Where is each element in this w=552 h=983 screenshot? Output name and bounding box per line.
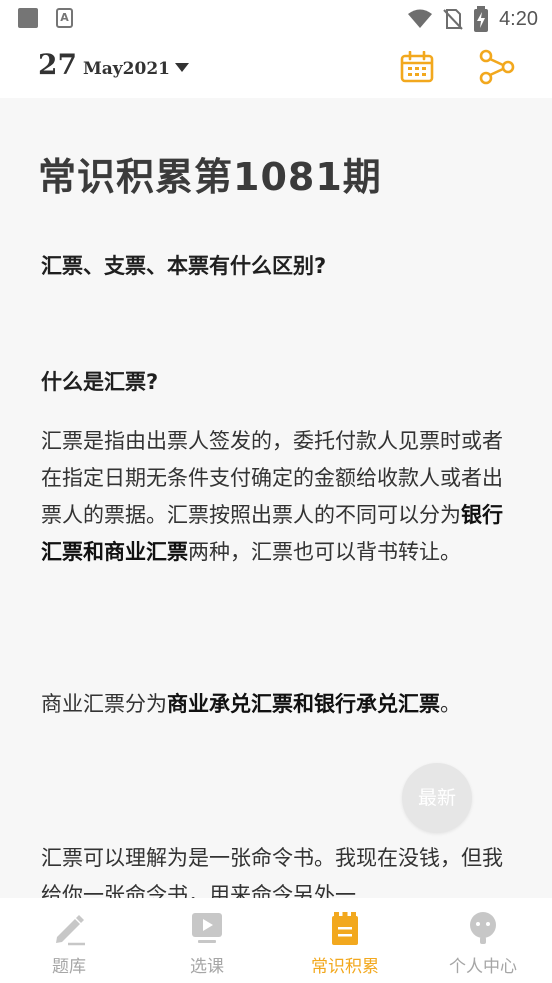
article-paragraph-1: 汇票是指由出票人签发的，委托付款人见票时或者在指定日期无条件支付确定的金额给收款… bbox=[41, 423, 511, 571]
paragraph-text: 汇票是指由出票人签发的，委托付款人见票时或者在指定日期无条件支付确定的金额给收款… bbox=[41, 429, 503, 527]
nav-item-knowledge[interactable]: 常识积累 bbox=[276, 898, 414, 983]
latest-button[interactable]: 最新 bbox=[402, 763, 472, 833]
wifi-icon bbox=[408, 9, 433, 28]
play-icon bbox=[192, 913, 222, 943]
notepad-icon bbox=[332, 912, 358, 945]
nav-label-question-bank: 题库 bbox=[52, 957, 86, 977]
share-icon bbox=[479, 49, 515, 85]
nav-label-knowledge: 常识积累 bbox=[311, 957, 379, 977]
caret-down-icon bbox=[175, 63, 189, 72]
article-content[interactable]: 常识积累第1081期 汇票、支票、本票有什么区别? 什么是汇票? 汇票是指由出票… bbox=[0, 98, 552, 898]
status-bar: A 4:20 bbox=[0, 0, 552, 38]
nav-item-profile[interactable]: 个人中心 bbox=[414, 898, 552, 983]
paragraph-text: 两种，汇票也可以背书转让。 bbox=[188, 540, 461, 564]
notification-square-icon bbox=[18, 8, 38, 28]
article-paragraph-2: 商业汇票分为商业承兑汇票和银行承兑汇票。 bbox=[41, 686, 511, 723]
date-day: 27 bbox=[38, 48, 77, 81]
status-indicators: 4:20 bbox=[407, 4, 538, 34]
paragraph-bold-text: 商业承兑汇票和银行承兑汇票 bbox=[167, 692, 440, 716]
battery-charging-icon bbox=[474, 6, 489, 32]
article-question: 汇票、支票、本票有什么区别? bbox=[41, 254, 327, 278]
no-sim-icon bbox=[443, 9, 463, 30]
nav-label-profile: 个人中心 bbox=[449, 957, 517, 977]
nav-item-question-bank[interactable]: 题库 bbox=[0, 898, 138, 983]
app-notification-icon: A bbox=[56, 8, 73, 28]
date-month-year: May2021 bbox=[82, 59, 170, 79]
share-button[interactable] bbox=[478, 49, 516, 85]
pencil-icon bbox=[56, 915, 85, 946]
date-selector[interactable]: 27 May2021 bbox=[38, 48, 189, 81]
paragraph-text: 。 bbox=[440, 692, 461, 716]
clock: 4:20 bbox=[499, 7, 538, 30]
nav-label-courses: 选课 bbox=[190, 957, 224, 977]
article-paragraph-3: 汇票可以理解为是一张命令书。我现在没钱，但我给你一张命令书，用来命令另外一 bbox=[41, 846, 503, 898]
bottom-nav: 题库 选课 常识积累 个人中心 bbox=[0, 898, 552, 983]
paragraph-text: 商业汇票分为 bbox=[41, 692, 167, 716]
calendar-icon bbox=[400, 50, 434, 83]
app-header: 27 May2021 bbox=[0, 38, 552, 98]
article-subheading: 什么是汇票? bbox=[41, 370, 159, 394]
user-icon bbox=[470, 912, 496, 944]
nav-item-courses[interactable]: 选课 bbox=[138, 898, 276, 983]
calendar-button[interactable] bbox=[400, 50, 434, 83]
article-title: 常识积累第1081期 bbox=[38, 155, 382, 199]
